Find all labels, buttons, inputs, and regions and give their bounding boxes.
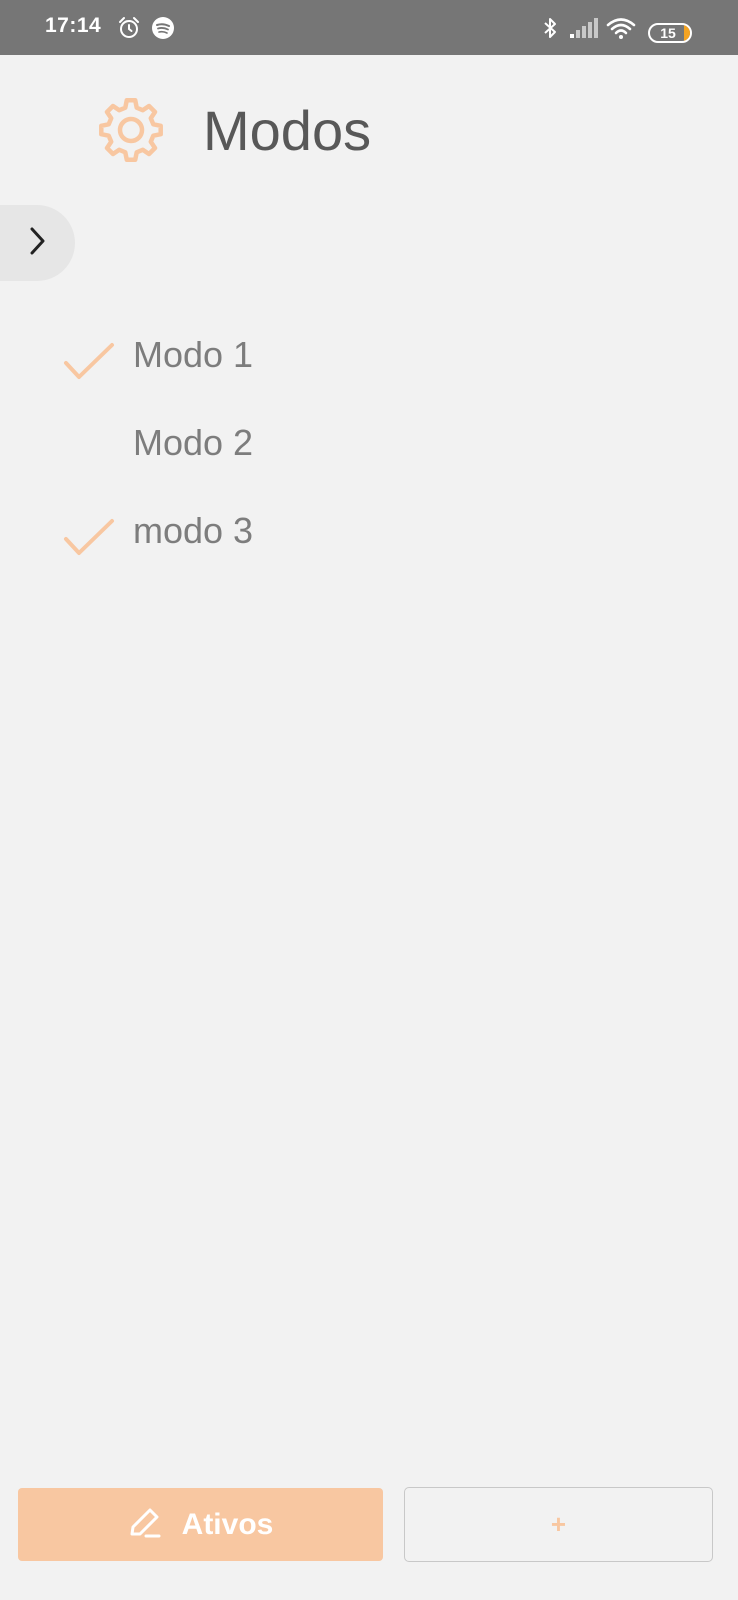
status-time: 17:14 (45, 14, 102, 37)
check-icon (63, 517, 115, 557)
mode-label: Modo 2 (133, 422, 254, 463)
mode-list: Modo 1 Modo 2 modo 3 (0, 315, 738, 579)
add-mode-label: + (550, 1509, 567, 1539)
mode-item-3[interactable]: modo 3 (0, 491, 738, 579)
mode-label: modo 3 (133, 510, 254, 551)
wifi-icon (606, 0, 636, 55)
battery-level: 15 (660, 25, 676, 41)
mode-label: Modo 1 (133, 334, 254, 375)
chevron-right-icon (28, 226, 48, 261)
gear-icon (97, 96, 165, 164)
status-bar: 17:14 15 (0, 0, 738, 55)
pencil-icon (128, 1505, 162, 1544)
active-modes-button[interactable]: Ativos (18, 1488, 383, 1561)
drawer-toggle-button[interactable] (0, 205, 75, 281)
signal-icon (570, 0, 600, 55)
page-title: Modos (203, 99, 372, 162)
bluetooth-icon (540, 0, 560, 55)
mode-item-2[interactable]: Modo 2 (0, 403, 738, 491)
check-icon (63, 341, 115, 381)
mode-item-1[interactable]: Modo 1 (0, 315, 738, 403)
active-modes-label: Ativos (181, 1507, 274, 1541)
battery-icon: 15 (648, 23, 692, 43)
spotify-icon (151, 0, 175, 55)
alarm-icon (117, 0, 141, 55)
add-mode-button[interactable]: + (404, 1487, 713, 1562)
